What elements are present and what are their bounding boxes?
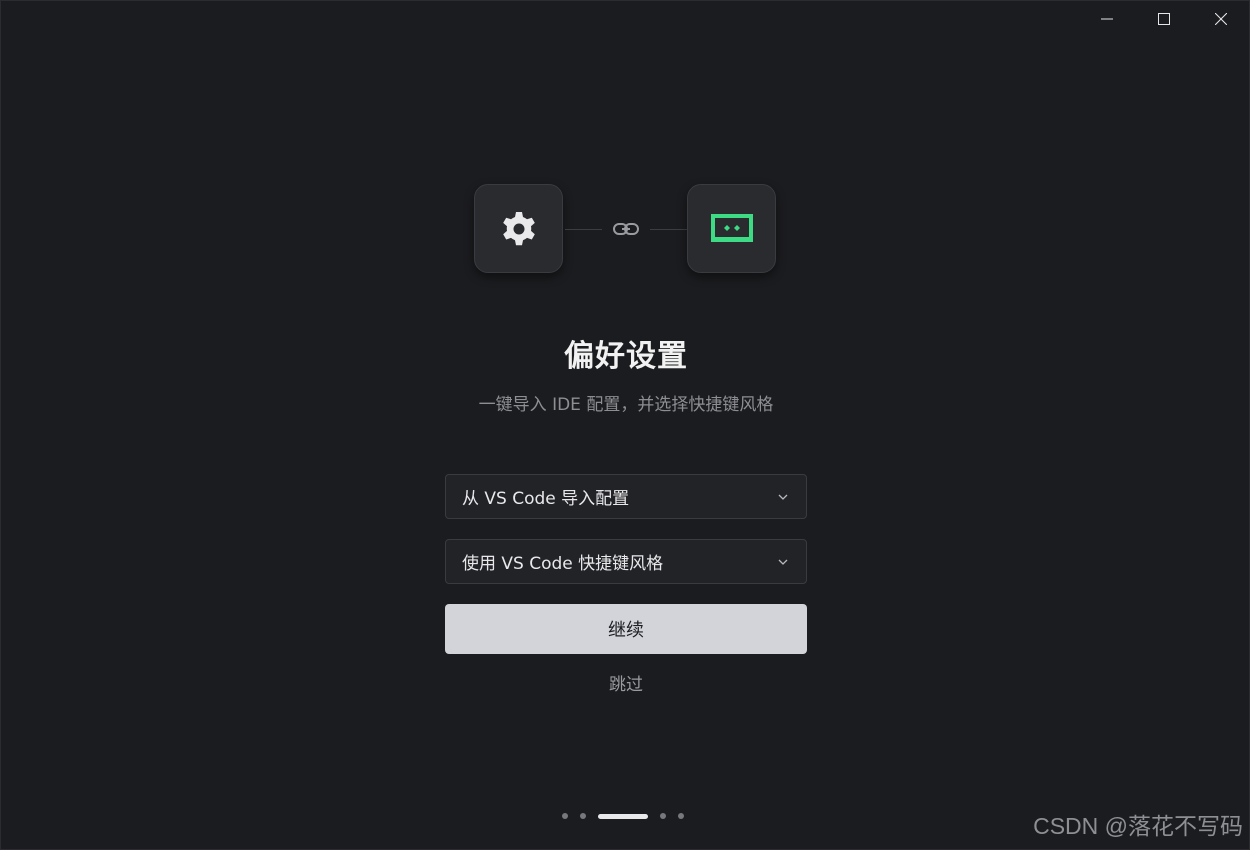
maximize-button[interactable] [1135, 1, 1192, 37]
connector-line-left [565, 229, 602, 230]
skip-link[interactable]: 跳过 [609, 675, 643, 695]
keymap-style-select[interactable]: 使用 VS Code 快捷键风格 [445, 539, 807, 584]
hero-illustration [474, 184, 778, 275]
page-title: 偏好设置 [564, 339, 688, 374]
pager-dot-4[interactable] [660, 813, 666, 819]
pager-dot-3-active[interactable] [598, 813, 648, 819]
window-controls [1078, 1, 1249, 37]
pager-dot-1[interactable] [562, 813, 568, 819]
settings-tile [474, 184, 563, 273]
pager-dot-5[interactable] [678, 813, 684, 819]
link-icon [612, 219, 640, 239]
editor-tile [687, 184, 776, 273]
keymap-style-select-value: 使用 VS Code 快捷键风格 [462, 554, 664, 574]
close-button[interactable] [1192, 1, 1249, 37]
step-pager [562, 812, 684, 820]
minimize-icon [1100, 18, 1113, 20]
page-subtitle: 一键导入 IDE 配置，并选择快捷键风格 [478, 395, 774, 415]
skip-row: 跳过 [1, 670, 1250, 695]
chevron-down-icon [776, 555, 790, 569]
pager-dot-2[interactable] [580, 813, 586, 819]
editor-logo-icon [710, 213, 753, 242]
import-config-select-value: 从 VS Code 导入配置 [462, 489, 630, 509]
continue-button[interactable]: 继续 [445, 604, 807, 654]
watermark-text: CSDN @落花不写码 [1033, 813, 1243, 839]
connector-line-right [650, 229, 687, 230]
maximize-icon [1157, 13, 1170, 25]
gear-icon [502, 211, 535, 245]
app-window: 偏好设置 一键导入 IDE 配置，并选择快捷键风格 从 VS Code 导入配置… [0, 0, 1250, 850]
close-icon [1214, 13, 1227, 25]
minimize-button[interactable] [1078, 1, 1135, 37]
chevron-down-icon [776, 490, 790, 504]
import-config-select[interactable]: 从 VS Code 导入配置 [445, 474, 807, 519]
